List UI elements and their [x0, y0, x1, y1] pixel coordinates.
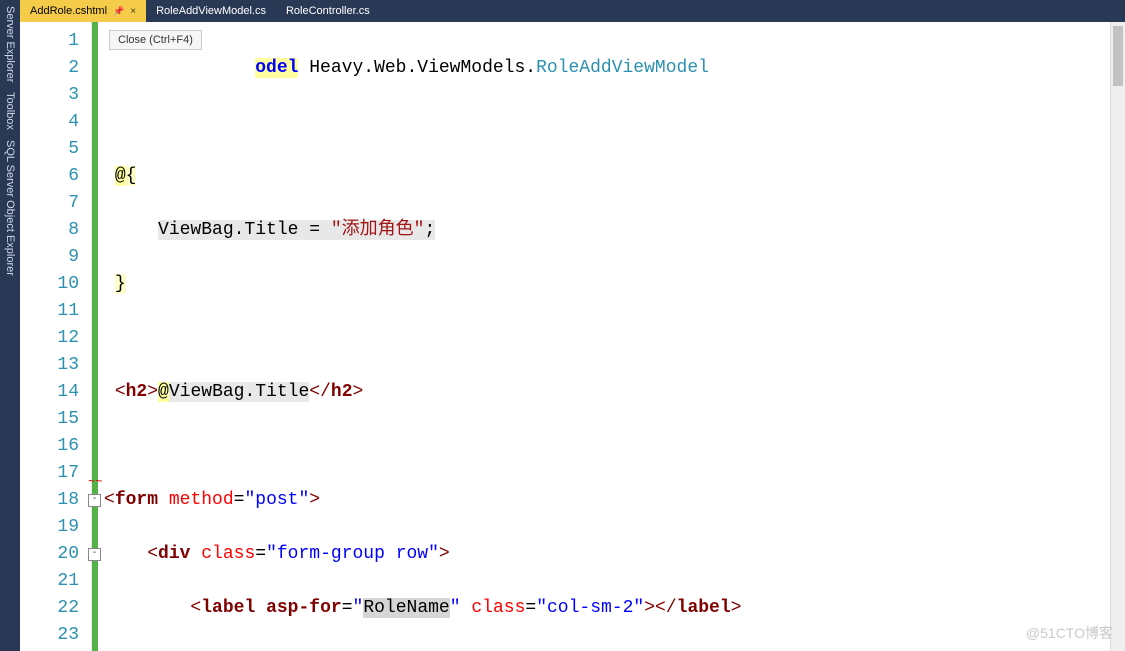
line-number: 21: [20, 568, 79, 595]
code-line[interactable]: - <div class="form-group row">: [104, 541, 1125, 568]
code-line[interactable]: <h2>@ViewBag.Title</h2>: [104, 379, 1125, 406]
code-line[interactable]: odel Heavy.Web.ViewModels.RoleAddViewMod…: [104, 55, 1125, 82]
line-number: 9: [20, 244, 79, 271]
line-number: 11: [20, 298, 79, 325]
code-line[interactable]: -<form method="post">: [104, 487, 1125, 514]
tab-label: RoleAddViewModel.cs: [156, 5, 266, 17]
code-line[interactable]: [104, 433, 1125, 460]
pin-icon[interactable]: 📌: [113, 6, 124, 17]
line-number: 5: [20, 136, 79, 163]
line-number-gutter: 1 2 3 4 5 6 7 8 9 10 11 12 13 14 15 16 1…: [20, 22, 92, 651]
tab-roleaddviewmodel-cs[interactable]: RoleAddViewModel.cs: [146, 0, 276, 22]
line-number: 16: [20, 433, 79, 460]
line-number: 8: [20, 217, 79, 244]
code-line[interactable]: @{: [104, 163, 1125, 190]
side-tab-server-explorer[interactable]: Server Explorer: [4, 6, 16, 82]
line-number: 6: [20, 163, 79, 190]
code-editor[interactable]: 1 2 3 4 5 6 7 8 9 10 11 12 13 14 15 16 1…: [20, 22, 1125, 651]
code-line[interactable]: [104, 325, 1125, 352]
close-tooltip: Close (Ctrl+F4): [109, 30, 202, 50]
side-tab-toolbox[interactable]: Toolbox: [4, 92, 16, 130]
line-number: 14: [20, 379, 79, 406]
line-number: 20: [20, 541, 79, 568]
error-squiggle-icon: ~~: [88, 469, 102, 496]
vertical-scrollbar[interactable]: [1110, 22, 1125, 651]
tab-rolecontroller-cs[interactable]: RoleController.cs: [276, 0, 380, 22]
tab-label: AddRole.cshtml: [30, 5, 107, 17]
line-number: 19: [20, 514, 79, 541]
line-number: 13: [20, 352, 79, 379]
code-surface[interactable]: odel Heavy.Web.ViewModels.RoleAddViewMod…: [98, 22, 1125, 651]
line-number: 4: [20, 109, 79, 136]
line-number: 7: [20, 190, 79, 217]
document-tabstrip: AddRole.cshtml 📌 × RoleAddViewModel.cs R…: [20, 0, 1125, 22]
code-line[interactable]: }: [104, 271, 1125, 298]
tab-addrole-cshtml[interactable]: AddRole.cshtml 📌 ×: [20, 0, 146, 22]
line-number: 2: [20, 55, 79, 82]
side-tab-sql-explorer[interactable]: SQL Server Object Explorer: [4, 140, 16, 276]
code-line[interactable]: [104, 109, 1125, 136]
line-number: 15: [20, 406, 79, 433]
line-number: 12: [20, 325, 79, 352]
line-number: 23: [20, 622, 79, 649]
scrollbar-thumb[interactable]: [1113, 26, 1123, 86]
line-number: 17: [20, 460, 79, 487]
close-icon[interactable]: ×: [130, 6, 136, 17]
line-number: 1: [20, 28, 79, 55]
line-number: 3: [20, 82, 79, 109]
side-tool-well: Server Explorer Toolbox SQL Server Objec…: [0, 0, 20, 651]
line-number: 22: [20, 595, 79, 622]
code-line[interactable]: <label asp-for="RoleName" class="col-sm-…: [104, 595, 1125, 622]
line-number: 18: [20, 487, 79, 514]
fold-toggle[interactable]: -: [88, 548, 101, 561]
line-number: 10: [20, 271, 79, 298]
tab-label: RoleController.cs: [286, 5, 370, 17]
code-line[interactable]: ViewBag.Title = "添加角色";: [104, 217, 1125, 244]
